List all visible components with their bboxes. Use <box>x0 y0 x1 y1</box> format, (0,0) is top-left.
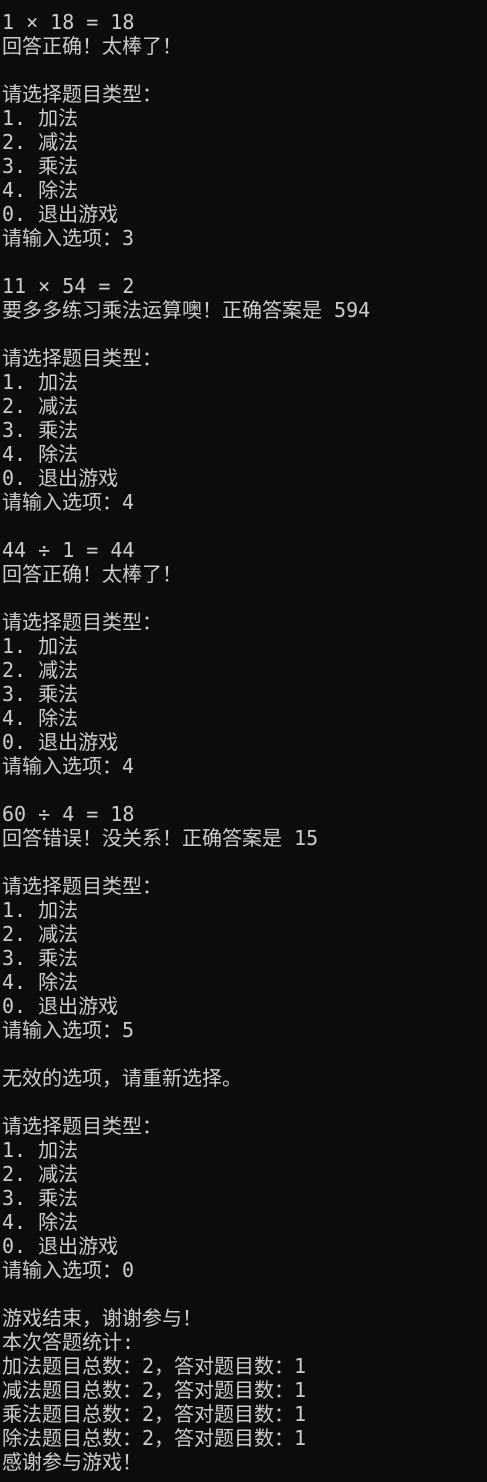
console-line: 游戏结束，谢谢参与！ <box>2 1306 202 1330</box>
console-line: 请输入选项：5 <box>2 1018 135 1042</box>
console-line: 请选择题目类型： <box>2 82 162 106</box>
console-line: 回答错误！没关系！正确答案是 15 <box>2 826 319 850</box>
console-line: 感谢参与游戏！ <box>2 1450 142 1474</box>
console-line: 3. 乘法 <box>2 418 79 442</box>
console-line: 1. 加法 <box>2 634 79 658</box>
console-line: 乘法题目总数：2，答对题目数：1 <box>2 1402 307 1426</box>
console-line: 请选择题目类型： <box>2 346 162 370</box>
console-line: 1 × 18 = 18 <box>2 10 135 34</box>
console-line: 4. 除法 <box>2 1210 79 1234</box>
console-line: 0. 退出游戏 <box>2 1234 119 1258</box>
console-line: 加法题目总数：2，答对题目数：1 <box>2 1354 307 1378</box>
console-line: 1. 加法 <box>2 370 79 394</box>
console-line: 1. 加法 <box>2 106 79 130</box>
console-line: 回答正确！太棒了！ <box>2 34 182 58</box>
console-line: 4. 除法 <box>2 442 79 466</box>
console-line: 3. 乘法 <box>2 946 79 970</box>
console-line: 1. 加法 <box>2 898 79 922</box>
console-line: 2. 减法 <box>2 1162 79 1186</box>
console-line: 请选择题目类型： <box>2 610 162 634</box>
console-line: 1. 加法 <box>2 1138 79 1162</box>
console-line: 请输入选项：4 <box>2 490 135 514</box>
console-line: 3. 乘法 <box>2 1186 79 1210</box>
console-line: 4. 除法 <box>2 970 79 994</box>
console-line: 除法题目总数：2，答对题目数：1 <box>2 1426 307 1450</box>
console-line: 44 ÷ 1 = 44 <box>2 538 135 562</box>
console-line: 本次答题统计: <box>2 1330 135 1354</box>
console-line: 请输入选项：4 <box>2 754 135 778</box>
console-line: 60 ÷ 4 = 18 <box>2 802 135 826</box>
console-line: 要多多练习乘法运算噢！正确答案是 594 <box>2 298 371 322</box>
console-line: 0. 退出游戏 <box>2 202 119 226</box>
console-line: 回答正确！太棒了！ <box>2 562 182 586</box>
console-line: 0. 退出游戏 <box>2 994 119 1018</box>
console-line: 请选择题目类型： <box>2 874 162 898</box>
console-line: 请输入选项：3 <box>2 226 135 250</box>
console-output: 1 × 18 = 18 回答正确！太棒了！ 请选择题目类型： 1. 加法 2. 减法 3.… <box>2 10 487 1474</box>
console-line: 2. 减法 <box>2 658 79 682</box>
console-line: 请选择题目类型： <box>2 1114 162 1138</box>
console-line: 4. 除法 <box>2 178 79 202</box>
console-line: 请输入选项：0 <box>2 1258 135 1282</box>
console-line: 2. 减法 <box>2 922 79 946</box>
console-line: 2. 减法 <box>2 394 79 418</box>
console-line: 0. 退出游戏 <box>2 466 119 490</box>
console-line: 11 × 54 = 2 <box>2 274 135 298</box>
console-line: 减法题目总数：2，答对题目数：1 <box>2 1378 307 1402</box>
console-line: 3. 乘法 <box>2 682 79 706</box>
console-line: 0. 退出游戏 <box>2 730 119 754</box>
console-line: 无效的选项，请重新选择。 <box>2 1066 242 1090</box>
console-line: 4. 除法 <box>2 706 79 730</box>
console-line: 2. 减法 <box>2 130 79 154</box>
console-line: 3. 乘法 <box>2 154 79 178</box>
